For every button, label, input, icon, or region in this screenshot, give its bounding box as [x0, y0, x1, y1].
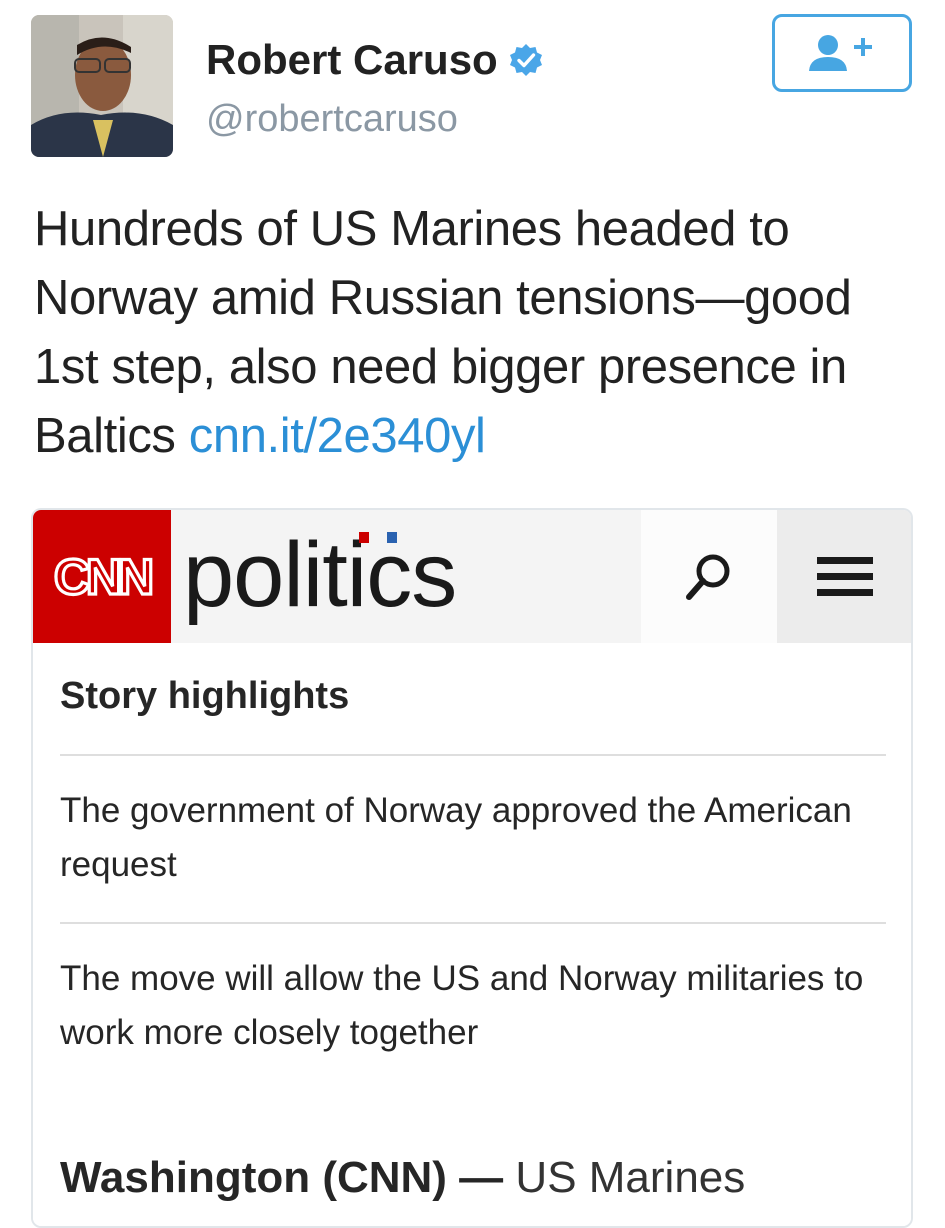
- section-title-text: politics: [183, 524, 457, 626]
- story-highlights: Story highlights The government of Norwa…: [33, 643, 911, 1226]
- cnn-logo-mark: CNN: [52, 547, 156, 606]
- display-name-text: Robert Caruso: [206, 36, 498, 83]
- verified-badge-icon: [508, 42, 544, 78]
- lede-text: US Marines: [515, 1153, 746, 1202]
- svg-text:CNN: CNN: [54, 549, 151, 605]
- menu-button[interactable]: [777, 510, 911, 643]
- display-name[interactable]: Robert Caruso: [206, 36, 544, 84]
- section-title[interactable]: politics: [183, 520, 457, 630]
- link-preview-card[interactable]: CNN politics Story highlights The govern…: [31, 508, 913, 1228]
- dateline: Washington (CNN) —: [60, 1153, 504, 1202]
- highlight-item: The government of Norway approved the Am…: [60, 791, 852, 884]
- tweet-text: Hundreds of US Marines headed to Norway …: [34, 195, 914, 471]
- profile-photo: [31, 15, 173, 157]
- hamburger-menu-icon: [817, 556, 873, 596]
- avatar[interactable]: [31, 15, 173, 157]
- user-handle[interactable]: @robertcaruso: [206, 98, 458, 141]
- cnn-header: CNN politics: [33, 510, 911, 643]
- tweet-link[interactable]: cnn.it/2e340yl: [189, 409, 486, 463]
- search-icon: [686, 554, 730, 600]
- search-button[interactable]: [641, 510, 777, 643]
- follow-user-plus-icon: [809, 35, 872, 71]
- divider: [60, 754, 886, 756]
- highlight-item: The move will allow the US and Norway mi…: [60, 959, 864, 1052]
- follow-button[interactable]: [772, 14, 912, 92]
- highlights-title: Story highlights: [60, 675, 350, 717]
- article-lede: Washington (CNN) — US Marines: [60, 1153, 745, 1203]
- politics-dot-accent: [359, 532, 397, 543]
- divider: [60, 922, 886, 924]
- cnn-logo[interactable]: CNN: [33, 510, 171, 643]
